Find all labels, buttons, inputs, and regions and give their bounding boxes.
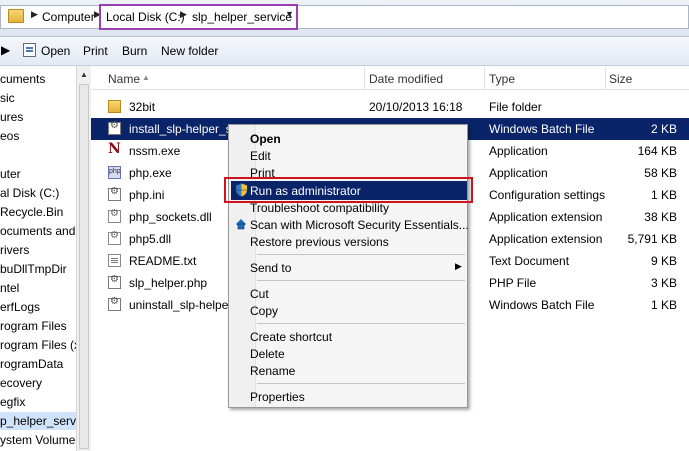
- nav-item[interactable]: ecovery: [0, 374, 76, 392]
- nav-item[interactable]: eos: [0, 127, 76, 145]
- file-size: 164 KB: [637, 144, 677, 158]
- php-file-icon: [108, 166, 121, 179]
- open-button[interactable]: Open: [41, 44, 70, 58]
- file-name: php_sockets.dll: [129, 210, 212, 224]
- nav-item[interactable]: cuments: [0, 70, 76, 88]
- address-highlight-box: [99, 4, 298, 30]
- file-name: README.txt: [129, 254, 197, 268]
- nav-item[interactable]: al Disk (C:): [0, 184, 76, 202]
- dll-file-icon: [108, 230, 121, 245]
- folder-icon: [8, 9, 24, 23]
- dll-file-icon: [108, 208, 121, 223]
- file-type: Windows Batch File: [489, 122, 595, 136]
- menu-item-rename[interactable]: Rename: [250, 364, 295, 378]
- nav-item[interactable]: rogram Files: [0, 317, 76, 335]
- file-type: Application extension: [489, 232, 603, 246]
- submenu-arrow-icon: ▶: [455, 261, 462, 271]
- column-header-name[interactable]: Name: [108, 72, 140, 86]
- bat-file-icon: [108, 120, 121, 135]
- bat-file-icon: [108, 274, 121, 289]
- nav-item[interactable]: egfix: [0, 393, 76, 411]
- menu-item-scan-with-security-essentials[interactable]: Scan with Microsoft Security Essentials.…: [250, 218, 469, 232]
- file-size: 9 KB: [650, 254, 677, 268]
- menu-item-edit[interactable]: Edit: [250, 149, 271, 163]
- new-folder-button[interactable]: New folder: [161, 44, 218, 58]
- run-as-admin-highlight-box: [224, 177, 473, 203]
- nav-item[interactable]: erfLogs: [0, 298, 76, 316]
- open-icon: [23, 43, 36, 57]
- file-type: Windows Batch File: [489, 298, 595, 312]
- column-header-date[interactable]: Date modified: [369, 72, 443, 86]
- menu-item-delete[interactable]: Delete: [250, 347, 285, 361]
- file-name: php5.dll: [129, 232, 172, 246]
- file-type: File folder: [489, 100, 542, 114]
- address-bar: ▶ Computer ▶ Local Disk (C:) ▶ slp_helpe…: [0, 0, 689, 37]
- file-type: PHP File: [489, 276, 537, 290]
- nav-item[interactable]: rogram Files (x8: [0, 336, 76, 354]
- nav-item[interactable]: buDllTmpDir: [0, 260, 76, 278]
- scroll-up-icon[interactable]: ▲: [80, 70, 88, 79]
- menu-item-copy[interactable]: Copy: [250, 304, 278, 318]
- file-name: nssm.exe: [129, 144, 181, 158]
- context-menu: Open Edit Print Run as administrator Tro…: [228, 124, 469, 408]
- file-row[interactable]: 32bit 20/10/2013 16:18 File folder: [91, 96, 689, 118]
- file-date-modified: 20/10/2013 16:18: [369, 100, 463, 114]
- file-size: 1 KB: [650, 188, 677, 202]
- file-type: Text Document: [489, 254, 570, 268]
- nav-item[interactable]: uter: [0, 165, 76, 183]
- nav-item[interactable]: rivers: [0, 241, 76, 259]
- menu-item-send-to[interactable]: Send to: [250, 261, 291, 275]
- menu-separator: [257, 254, 465, 255]
- menu-item-create-shortcut[interactable]: Create shortcut: [250, 330, 332, 344]
- navigation-pane: cuments sic ures eos uter al Disk (C:) Recycle…: [0, 66, 77, 451]
- file-type: Configuration settings: [489, 188, 606, 202]
- column-header-row: Name ▲ Date modified Type Size: [91, 67, 689, 90]
- file-type: Application: [489, 144, 548, 158]
- menu-separator: [257, 383, 465, 384]
- burn-button[interactable]: Burn: [122, 44, 147, 58]
- nav-item[interactable]: ures: [0, 108, 76, 126]
- nav-item[interactable]: p_helper_servic: [0, 412, 76, 430]
- bat-file-icon: [108, 186, 121, 201]
- nav-item[interactable]: ocuments and S: [0, 222, 76, 240]
- security-essentials-icon: [236, 219, 246, 230]
- sort-ascending-icon: ▲: [142, 73, 150, 82]
- file-size: 58 KB: [644, 166, 677, 180]
- scrollbar-thumb[interactable]: [79, 84, 89, 449]
- nav-item[interactable]: sic: [0, 89, 76, 107]
- nav-item[interactable]: ntel: [0, 279, 76, 297]
- file-name: php.ini: [129, 188, 165, 202]
- menu-item-open[interactable]: Open: [250, 132, 281, 146]
- nav-item[interactable]: rogramData: [0, 355, 76, 373]
- nav-item[interactable]: Recycle.Bin: [0, 203, 76, 221]
- menu-item-properties[interactable]: Properties: [250, 390, 305, 404]
- bat-file-icon: [108, 296, 121, 311]
- chevron-right-icon[interactable]: ▶: [31, 9, 38, 20]
- file-size: 38 KB: [644, 210, 677, 224]
- print-button[interactable]: Print: [83, 44, 108, 58]
- nav-scrollbar[interactable]: ▲: [76, 66, 91, 451]
- folder-file-icon: [108, 100, 121, 113]
- menu-separator: [257, 323, 465, 324]
- nssm-file-icon: [108, 141, 121, 157]
- file-size: 1 KB: [650, 298, 677, 312]
- file-type: Application: [489, 166, 548, 180]
- organize-chevron-icon[interactable]: ▶: [1, 43, 10, 57]
- menu-item-cut[interactable]: Cut: [250, 287, 269, 301]
- nav-item[interactable]: ystem Volume I: [0, 431, 76, 449]
- breadcrumb-computer[interactable]: Computer: [42, 10, 95, 24]
- file-type: Application extension: [489, 210, 603, 224]
- file-name: 32bit: [129, 100, 156, 114]
- file-size: 3 KB: [650, 276, 677, 290]
- file-name: php.exe: [129, 166, 172, 180]
- column-header-type[interactable]: Type: [489, 72, 515, 86]
- file-size: 5,791 KB: [627, 232, 677, 246]
- file-name: slp_helper.php: [129, 276, 208, 290]
- menu-separator: [257, 280, 465, 281]
- file-size: 2 KB: [650, 122, 677, 136]
- menu-item-troubleshoot-compatibility[interactable]: Troubleshoot compatibility: [250, 201, 389, 215]
- menu-item-restore-previous-versions[interactable]: Restore previous versions: [250, 235, 389, 249]
- column-header-size[interactable]: Size: [609, 72, 632, 86]
- txt-file-icon: [108, 254, 121, 267]
